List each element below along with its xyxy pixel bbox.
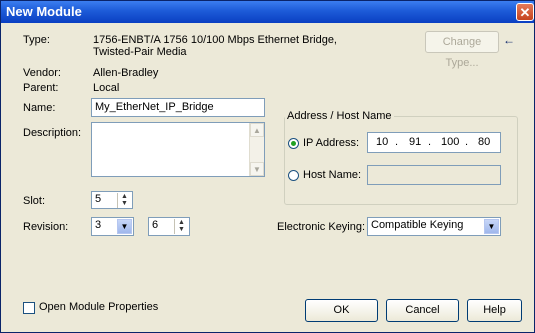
description-scrollbar[interactable]: ▲ ▼ <box>249 123 264 176</box>
scroll-up-icon[interactable]: ▲ <box>250 123 264 137</box>
revision-minor-spin-buttons[interactable]: ▲ ▼ <box>174 219 188 234</box>
slot-value: 5 <box>95 193 102 205</box>
open-module-properties-checkbox[interactable] <box>23 302 35 314</box>
electronic-keying-value: Compatible Keying <box>371 219 464 231</box>
revision-minor-value: 6 <box>152 219 159 231</box>
slot-spin-buttons[interactable]: ▲ ▼ <box>117 193 131 208</box>
revision-minor-stepper[interactable]: 6 ▲ ▼ <box>148 217 190 236</box>
vendor-value: Allen-Bradley <box>93 67 159 79</box>
type-value-line1: 1756-ENBT/A 1756 10/100 Mbps Ethernet Br… <box>93 34 337 46</box>
type-label: Type: <box>23 34 50 46</box>
name-input-value: My_EtherNet_IP_Bridge <box>95 101 214 113</box>
name-label: Name: <box>23 102 56 114</box>
chevron-down-icon[interactable]: ▼ <box>117 219 132 234</box>
description-textarea[interactable]: ▲ ▼ <box>91 122 265 177</box>
ip-dot: . <box>465 136 469 148</box>
title-bar[interactable]: New Module ✕ <box>1 1 534 23</box>
ip-address-input[interactable]: 10 . 91 . 100 . 80 <box>367 132 501 153</box>
open-module-properties-label: Open Module Properties <box>39 301 159 313</box>
ip-octet-2: 91 <box>409 136 422 148</box>
vendor-label: Vendor: <box>23 67 61 79</box>
change-type-button[interactable]: Change Type... <box>425 31 499 69</box>
electronic-keying-select[interactable]: Compatible Keying ▼ <box>367 217 501 236</box>
parent-value: Local <box>93 82 120 94</box>
host-name-label: Host Name: <box>303 169 362 181</box>
revision-major-select[interactable]: 3 ▼ <box>91 217 134 236</box>
host-name-radio[interactable] <box>288 170 299 181</box>
spin-down-icon[interactable]: ▼ <box>175 226 188 233</box>
ip-address-radio[interactable] <box>288 138 299 149</box>
address-host-group-title: Address / Host Name <box>285 110 394 122</box>
slot-stepper[interactable]: 5 ▲ ▼ <box>91 191 133 209</box>
description-label: Description: <box>23 127 82 139</box>
ip-dot: . <box>428 136 432 148</box>
scroll-down-icon[interactable]: ▼ <box>250 162 264 176</box>
arrow-left-icon: ← <box>503 33 515 47</box>
spin-down-icon[interactable]: ▼ <box>118 200 131 207</box>
ip-octet-3: 100 <box>441 136 460 148</box>
ip-dot: . <box>395 136 399 148</box>
revision-major-value: 3 <box>95 219 102 231</box>
spin-up-icon[interactable]: ▲ <box>118 193 131 200</box>
window-title: New Module <box>6 4 82 19</box>
electronic-keying-label: Electronic Keying: <box>277 221 366 233</box>
cancel-button[interactable]: Cancel <box>386 299 459 322</box>
help-button[interactable]: Help <box>467 299 522 322</box>
revision-label: Revision: <box>23 221 69 233</box>
chevron-down-icon[interactable]: ▼ <box>484 219 499 234</box>
spin-up-icon[interactable]: ▲ <box>175 219 188 226</box>
address-host-group <box>284 116 518 205</box>
host-name-input[interactable] <box>367 165 501 185</box>
type-value-line2: Twisted-Pair Media <box>93 46 187 58</box>
new-module-dialog: New Module ✕ Type: 1756-ENBT/A 1756 10/1… <box>0 0 535 333</box>
ok-button[interactable]: OK <box>305 299 378 322</box>
name-input[interactable]: My_EtherNet_IP_Bridge <box>91 98 265 117</box>
ip-octet-1: 10 <box>376 136 389 148</box>
close-button[interactable]: ✕ <box>516 3 534 21</box>
parent-label: Parent: <box>23 82 59 94</box>
slot-label: Slot: <box>23 195 46 207</box>
ip-octet-4: 80 <box>478 136 491 148</box>
ip-address-label: IP Address: <box>303 137 360 149</box>
